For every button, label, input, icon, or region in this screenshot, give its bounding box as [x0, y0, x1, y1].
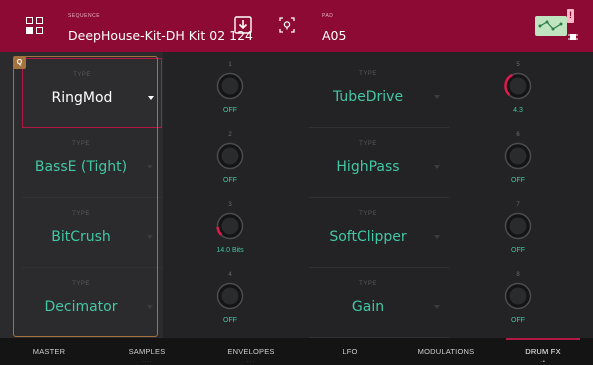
active-tab-indicator	[506, 338, 580, 340]
type-caption: TYPE	[359, 211, 377, 217]
knob-3[interactable]: 3 14.0 Bits	[208, 202, 252, 264]
type-caption: TYPE	[359, 281, 377, 287]
knob-2[interactable]: 2 OFF	[208, 132, 252, 194]
modulation-icon[interactable]	[535, 16, 567, 36]
tab-label: SAMPLES	[128, 347, 166, 356]
fx-type-value: HighPass	[336, 159, 400, 175]
knob-cap	[509, 287, 527, 305]
knob-dial-icon	[504, 282, 532, 310]
knob-number: 5	[516, 62, 520, 68]
knob-value: OFF	[511, 317, 525, 324]
knob-cap	[509, 77, 527, 95]
tab-label: ENVELOPES	[227, 347, 275, 356]
knob-dial-icon	[504, 212, 532, 240]
fx-slot-5[interactable]: TYPE TubeDrive	[309, 58, 449, 128]
page-dots: ····	[141, 359, 153, 365]
knob-cap	[221, 287, 239, 305]
chip-icon	[567, 30, 579, 42]
tab-master[interactable]: MASTER	[10, 338, 88, 365]
knob-7[interactable]: 7 OFF	[496, 202, 540, 264]
knob-value: OFF	[511, 247, 525, 254]
tab-label: LFO	[342, 347, 358, 356]
knob-dial-icon	[216, 72, 244, 100]
selection-frame	[13, 56, 158, 337]
tab-envelopes[interactable]: ENVELOPES ···	[206, 338, 296, 365]
knob-cap	[221, 77, 239, 95]
knob-4[interactable]: 4 OFF	[208, 272, 252, 334]
page-dots: ···	[247, 359, 255, 365]
tab-label: MASTER	[32, 347, 66, 356]
knob-dial-icon	[216, 142, 244, 170]
knob-cap	[221, 217, 239, 235]
knob-number: 7	[516, 202, 520, 208]
knob-1[interactable]: 1 OFF	[208, 62, 252, 124]
tab-label: DRUM FX	[525, 347, 561, 356]
tab-samples[interactable]: SAMPLES ····	[108, 338, 186, 365]
fx-type-value: TubeDrive	[332, 89, 404, 105]
knob-number: 4	[228, 272, 232, 278]
knob-cap	[221, 147, 239, 165]
tab-label: MODULATIONS	[417, 347, 475, 356]
q-link-badge: Q	[13, 56, 26, 69]
grid-menu-icon[interactable]	[26, 17, 44, 35]
knob-dial-icon	[504, 72, 532, 100]
type-caption: TYPE	[359, 141, 377, 147]
drum-fx-panel: TYPE RingMod TYPE BassE (Tight) TYPE Bit…	[0, 52, 593, 338]
tab-drum-fx[interactable]: DRUM FX ·•	[502, 338, 584, 365]
fx-slot-7[interactable]: TYPE SoftClipper	[309, 198, 449, 268]
knob-5[interactable]: 5 4.3	[496, 62, 540, 124]
bottom-tab-bar: MASTER SAMPLES ···· ENVELOPES ··· LFO MO…	[0, 338, 593, 365]
dropdown-arrow-icon	[434, 95, 440, 99]
knob-value: 4.3	[513, 107, 523, 114]
fx-slot-8[interactable]: TYPE Gain	[309, 268, 449, 338]
tab-lfo[interactable]: LFO	[310, 338, 390, 365]
save-icon[interactable]	[233, 15, 253, 35]
type-caption: TYPE	[359, 71, 377, 77]
knob-number: 6	[516, 132, 520, 138]
knob-dial-icon	[216, 212, 244, 240]
knob-6[interactable]: 6 OFF	[496, 132, 540, 194]
locate-icon[interactable]	[277, 15, 297, 35]
knob-value: 14.0 Bits	[216, 247, 244, 254]
knob-number: 3	[228, 202, 232, 208]
knob-dial-icon	[504, 142, 532, 170]
dropdown-arrow-icon	[434, 165, 440, 169]
header-bar: SEQUENCE DeepHouse-Kit-DH Kit 02 124 PAD…	[0, 0, 593, 52]
knob-value: OFF	[511, 177, 525, 184]
fx-slot-6[interactable]: TYPE HighPass	[309, 128, 449, 198]
pad-caption: PAD	[322, 13, 334, 19]
tab-modulations[interactable]: MODULATIONS	[400, 338, 492, 365]
knob-value: OFF	[223, 107, 237, 114]
dropdown-arrow-icon	[434, 305, 440, 309]
knob-cap	[509, 147, 527, 165]
sequence-caption: SEQUENCE	[68, 13, 101, 19]
dropdown-arrow-icon	[434, 235, 440, 239]
knob-value: OFF	[223, 317, 237, 324]
knob-dial-icon	[216, 282, 244, 310]
knob-8[interactable]: 8 OFF	[496, 272, 540, 334]
knob-cap	[509, 217, 527, 235]
page-dots: ·•	[540, 359, 546, 365]
fx-type-value: Gain	[351, 299, 385, 315]
knob-number: 1	[228, 62, 232, 68]
knob-number: 2	[228, 132, 232, 138]
knob-value: OFF	[223, 177, 237, 184]
sequence-name[interactable]: DeepHouse-Kit-DH Kit 02 124	[68, 28, 253, 43]
fx-type-value: SoftClipper	[329, 229, 407, 245]
knob-number: 8	[516, 272, 520, 278]
alert-icon[interactable]: !	[567, 9, 574, 23]
pad-name[interactable]: A05	[322, 28, 346, 43]
